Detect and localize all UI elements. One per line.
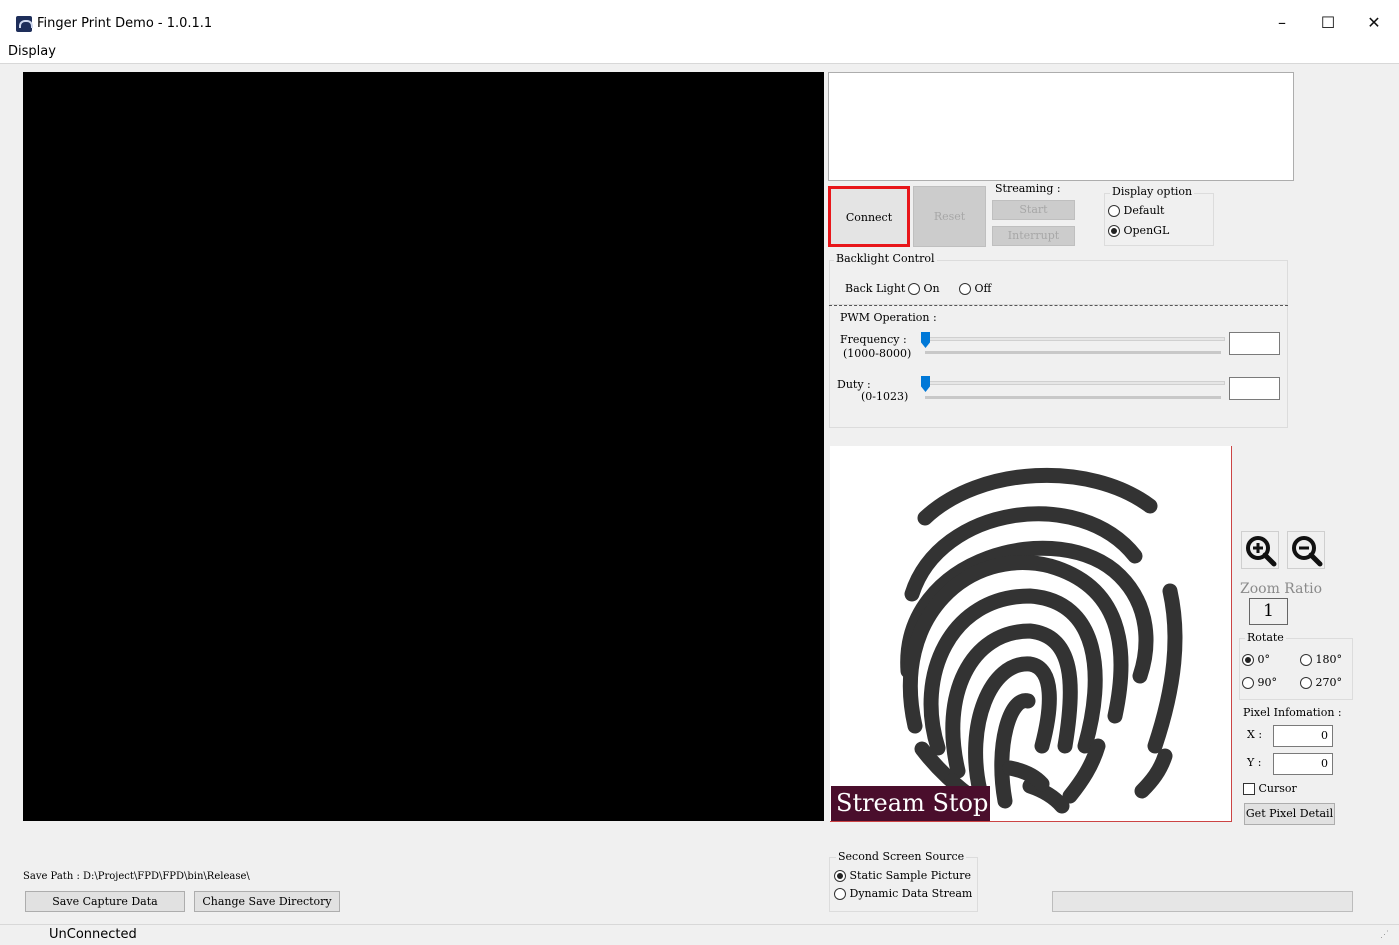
backlight-title: Backlight Control — [834, 252, 937, 265]
zoom-in-icon — [1246, 536, 1277, 567]
fingerprint-preview[interactable] — [830, 446, 1232, 822]
close-button[interactable]: ✕ — [1351, 8, 1397, 38]
zoom-out-icon — [1292, 536, 1323, 567]
main-image-display[interactable] — [23, 72, 824, 821]
zoom-in-button[interactable] — [1241, 531, 1279, 569]
duty-input[interactable] — [1229, 377, 1280, 400]
reset-button[interactable]: Reset — [913, 186, 986, 247]
frequency-slider-ticks — [925, 351, 1221, 354]
checkbox-box[interactable] — [1243, 783, 1255, 795]
rotate-180[interactable]: 180° — [1300, 653, 1342, 666]
zoom-out-button[interactable] — [1287, 531, 1325, 569]
display-option-opengl[interactable]: OpenGL — [1108, 224, 1169, 237]
radio-button[interactable] — [1108, 205, 1120, 217]
interrupt-button[interactable]: Interrupt — [992, 226, 1075, 246]
pixel-y-field[interactable]: 0 — [1273, 753, 1333, 775]
radio-button[interactable] — [834, 870, 846, 882]
source-static[interactable]: Static Sample Picture — [834, 869, 971, 882]
radio-label: Off — [974, 282, 992, 295]
zoom-ratio-value: 1 — [1249, 598, 1288, 625]
radio-button[interactable] — [1242, 677, 1254, 689]
source-dynamic[interactable]: Dynamic Data Stream — [834, 887, 972, 900]
streaming-label: Streaming : — [995, 182, 1061, 195]
radio-button[interactable] — [1108, 225, 1120, 237]
rotate-270[interactable]: 270° — [1300, 676, 1342, 689]
radio-label: 0° — [1257, 653, 1271, 666]
pixel-x-field[interactable]: 0 — [1273, 725, 1333, 747]
radio-label: 270° — [1315, 676, 1343, 689]
radio-label: OpenGL — [1123, 224, 1170, 237]
connection-status: UnConnected — [49, 927, 137, 942]
rotate-0[interactable]: 0° — [1242, 653, 1270, 666]
second-screen-group — [829, 857, 978, 912]
radio-button[interactable] — [959, 283, 971, 295]
window-title: Finger Print Demo - 1.0.1.1 — [37, 16, 213, 31]
change-save-directory-button[interactable]: Change Save Directory — [194, 891, 340, 912]
radio-label: Default — [1123, 204, 1165, 217]
backlight-on[interactable]: On — [908, 282, 940, 295]
resize-grip-icon[interactable]: ⋰ — [1380, 930, 1392, 942]
pixel-y-label: Y : — [1247, 756, 1262, 769]
minimize-button[interactable]: – — [1259, 8, 1305, 38]
frequency-range: (1000-8000) — [843, 347, 912, 360]
log-textbox[interactable] — [828, 72, 1294, 181]
save-path-text: Save Path : D:\Project\FPD\FPD\bin\Relea… — [23, 871, 250, 882]
radio-button[interactable] — [1242, 654, 1254, 666]
rotate-group — [1239, 638, 1353, 700]
app-icon — [16, 16, 33, 32]
menu-item-display[interactable]: Display — [8, 44, 56, 59]
duty-slider-ticks — [925, 396, 1221, 399]
duty-slider-track[interactable] — [925, 381, 1225, 385]
display-option-default[interactable]: Default — [1108, 204, 1164, 217]
menu-bar — [0, 40, 1399, 64]
radio-label: 90° — [1257, 676, 1278, 689]
zoom-ratio-label: Zoom Ratio — [1240, 581, 1323, 597]
rotate-title: Rotate — [1245, 631, 1286, 644]
cursor-checkbox[interactable]: Cursor — [1243, 782, 1297, 795]
fingerprint-image — [900, 467, 1183, 814]
connect-button[interactable]: Connect — [828, 186, 910, 247]
frequency-slider-track[interactable] — [925, 337, 1225, 341]
pixel-x-label: X : — [1247, 728, 1263, 741]
progress-bar — [1052, 891, 1353, 912]
duty-range: (0-1023) — [861, 390, 909, 403]
radio-label: On — [923, 282, 940, 295]
backlight-label: Back Light : — [845, 282, 913, 295]
maximize-button[interactable]: ☐ — [1305, 8, 1351, 38]
radio-label: 180° — [1315, 653, 1343, 666]
get-pixel-detail-button[interactable]: Get Pixel Detail — [1244, 803, 1335, 825]
stream-status-overlay: Stream Stop — [831, 786, 990, 821]
frequency-label: Frequency : — [840, 333, 907, 346]
display-option-group — [1104, 193, 1214, 246]
pwm-title: PWM Operation : — [840, 311, 937, 324]
pwm-group — [829, 306, 1288, 428]
rotate-90[interactable]: 90° — [1242, 676, 1277, 689]
frequency-input[interactable] — [1229, 332, 1280, 355]
radio-label: Static Sample Picture — [849, 869, 972, 882]
display-option-title: Display option — [1110, 185, 1195, 198]
radio-button[interactable] — [908, 283, 920, 295]
status-bar — [0, 924, 1399, 945]
radio-button[interactable] — [834, 888, 846, 900]
save-capture-button[interactable]: Save Capture Data — [25, 891, 185, 912]
radio-label: Dynamic Data Stream — [849, 887, 973, 900]
pixel-info-title: Pixel Infomation : — [1243, 706, 1342, 719]
radio-button[interactable] — [1300, 677, 1312, 689]
radio-button[interactable] — [1300, 654, 1312, 666]
backlight-off[interactable]: Off — [959, 282, 991, 295]
start-button[interactable]: Start — [992, 200, 1075, 220]
checkbox-label: Cursor — [1258, 782, 1297, 795]
second-screen-title: Second Screen Source — [836, 850, 967, 863]
